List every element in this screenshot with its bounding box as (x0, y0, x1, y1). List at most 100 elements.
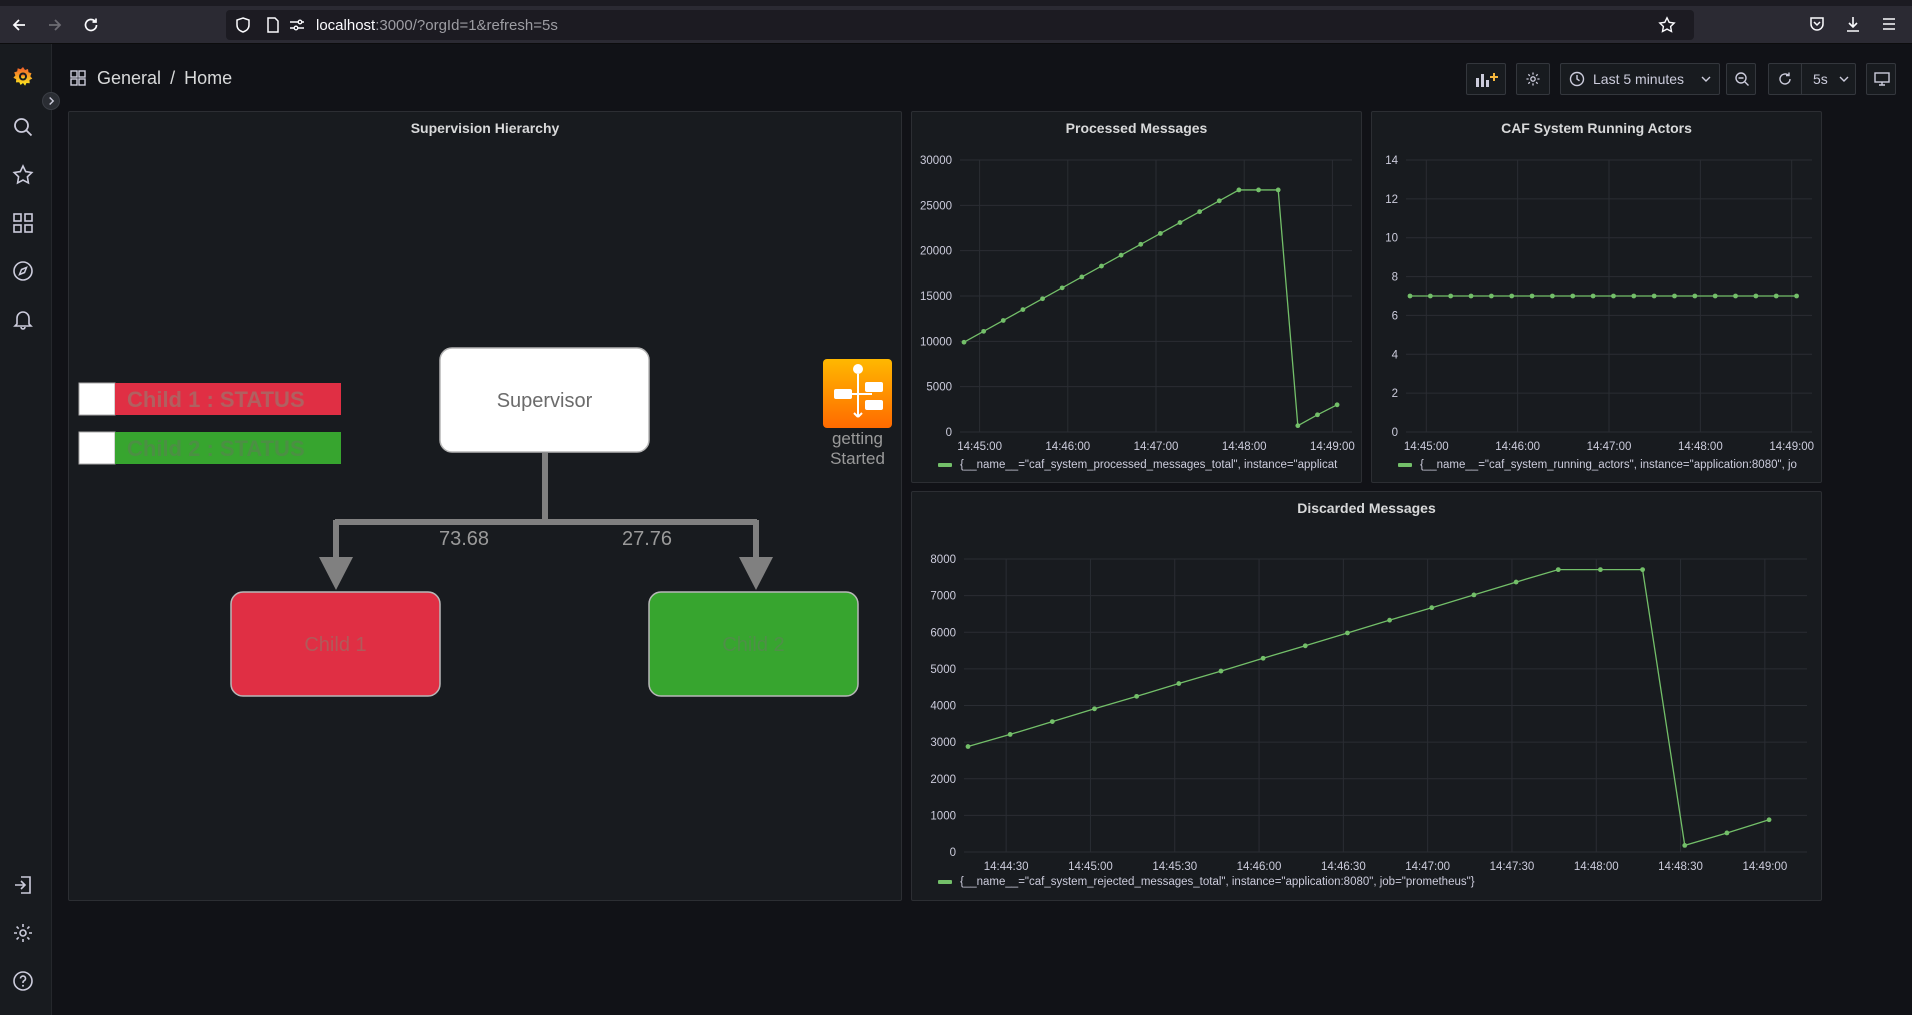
time-picker-button[interactable]: Last 5 minutes (1560, 63, 1720, 95)
breadcrumb-dashboard[interactable]: Home (184, 68, 232, 88)
permissions-icon[interactable] (288, 16, 306, 34)
sign-in-icon[interactable] (12, 874, 34, 896)
y-tick-label: 4000 (930, 701, 956, 713)
reload-icon[interactable] (82, 16, 100, 34)
getting-started-line2: Started (830, 449, 885, 468)
data-point (1020, 307, 1026, 312)
data-point (1302, 643, 1308, 649)
help-icon[interactable] (12, 970, 34, 992)
x-tick-label: 14:48:00 (1574, 861, 1619, 872)
data-point (1138, 241, 1144, 247)
configuration-gear-icon[interactable] (12, 922, 34, 944)
x-tick-label: 14:46:00 (1237, 861, 1282, 872)
data-point (1773, 293, 1779, 299)
discarded-messages-chart: 0 1000 2000 3000 4000 5000 6000 7000 8000 14:44:3… (930, 554, 1807, 872)
data-point (1509, 293, 1515, 299)
breadcrumb-folder[interactable]: General (97, 68, 161, 88)
star-icon[interactable] (1658, 16, 1676, 34)
supervisor-node[interactable]: Supervisor (439, 347, 650, 453)
grafana-logo-icon[interactable] (12, 66, 34, 88)
chevron-down-icon (1839, 76, 1849, 82)
dashboards-icon[interactable] (12, 212, 34, 234)
data-point (1448, 293, 1454, 299)
dashboard-settings-button[interactable] (1516, 63, 1550, 95)
y-tick-label: 15000 (920, 291, 952, 303)
getting-started-icon[interactable] (823, 359, 892, 428)
data-point (1079, 274, 1085, 280)
add-panel-button[interactable] (1466, 63, 1506, 95)
hierarchy-diagram: Child 1 : STATUS Child 2 : STATUS 73.68 … (78, 347, 892, 697)
data-point (1000, 318, 1006, 323)
tv-mode-button[interactable] (1866, 63, 1896, 95)
supervisor-label: Supervisor (497, 390, 593, 412)
data-point (1099, 263, 1104, 269)
x-tick-label: 14:45:00 (1068, 861, 1113, 872)
data-point (1345, 630, 1350, 636)
data-point (965, 744, 971, 749)
breadcrumb-separator: / (170, 68, 176, 88)
edge-value-child2: 27.76 (622, 528, 672, 550)
series-legend[interactable]: {__name__="caf_system_running_actors", i… (1398, 459, 1818, 471)
running-actors-panel[interactable]: CAF System Running Actors 0 2 4 6 8 10 12 14 14:… (1371, 111, 1822, 483)
tab-strip (0, 0, 1912, 6)
search-icon[interactable] (12, 116, 34, 138)
data-point (1118, 252, 1124, 258)
processed-messages-chart: 0 5000 10000 15000 20000 25000 30000 14:45:00 14… (920, 155, 1355, 452)
starred-icon[interactable] (12, 164, 34, 186)
refresh-button[interactable]: 5s (1768, 63, 1856, 95)
y-tick-label: 25000 (920, 200, 952, 212)
legend-child2-text: Child 2 : STATUS (127, 436, 305, 461)
data-point (1177, 220, 1183, 225)
data-point (1651, 293, 1657, 299)
y-tick-label: 14 (1385, 155, 1398, 167)
gear-icon (1526, 72, 1540, 86)
running-actors-chart: 0 2 4 6 8 10 12 14 14:45:00 14:46:00 14:47:00 14:48… (1385, 155, 1814, 452)
add-panel-icon (1476, 73, 1498, 87)
data-point (1040, 296, 1045, 302)
y-tick-label: 0 (950, 847, 956, 859)
child2-node[interactable]: Child 2 (648, 591, 859, 697)
data-point (1724, 830, 1730, 836)
back-icon[interactable] (10, 16, 28, 34)
data-point (1640, 567, 1645, 573)
y-tick-label: 8000 (930, 554, 956, 566)
data-point (1007, 732, 1013, 737)
data-point (1218, 668, 1224, 674)
data-point (1631, 293, 1637, 299)
hamburger-icon[interactable] (1880, 15, 1898, 33)
shield-icon[interactable] (234, 16, 252, 34)
x-tick-label: 14:47:30 (1490, 861, 1535, 872)
data-point (1315, 412, 1320, 418)
alerting-bell-icon[interactable] (12, 308, 34, 330)
x-tick-label: 14:49:00 (1742, 861, 1787, 872)
data-point (1260, 655, 1266, 661)
zoom-out-button[interactable] (1726, 63, 1756, 95)
y-tick-label: 10 (1385, 233, 1398, 245)
browser-toolbar: localhost:3000/?orgId=1&refresh=5s (0, 0, 1912, 44)
page-icon[interactable] (264, 16, 282, 34)
forward-icon[interactable] (46, 16, 64, 34)
download-icon[interactable] (1844, 15, 1862, 33)
data-point (1176, 681, 1182, 686)
data-point (1555, 567, 1561, 573)
series-legend[interactable]: {__name__="caf_system_rejected_messages_… (938, 876, 1818, 888)
dashboard-grid-icon (70, 70, 86, 86)
x-tick-label: 14:46:30 (1321, 861, 1366, 872)
data-point (1682, 843, 1688, 848)
legend-label: {__name__="caf_system_running_actors", i… (1420, 459, 1797, 471)
discarded-messages-panel[interactable]: Discarded Messages 0 1000 2000 3000 4000 5000… (911, 491, 1822, 901)
y-tick-label: 4 (1392, 349, 1399, 361)
time-range-label: Last 5 minutes (1593, 71, 1685, 87)
url-bar[interactable]: localhost:3000/?orgId=1&refresh=5s (226, 10, 1694, 40)
x-tick-label: 14:46:00 (1045, 441, 1090, 452)
processed-messages-panel[interactable]: Processed Messages 0 5000 10000 15000 20000 2… (911, 111, 1362, 483)
child1-node[interactable]: Child 1 (230, 591, 441, 697)
clock-icon (1569, 71, 1585, 87)
data-point (1753, 293, 1759, 299)
pocket-icon[interactable] (1808, 15, 1826, 33)
supervision-hierarchy-panel[interactable]: Supervision Hierarchy Child 1 : STATUS C… (68, 111, 902, 901)
url-text[interactable]: localhost:3000/?orgId=1&refresh=5s (316, 17, 558, 34)
explore-icon[interactable] (12, 260, 34, 282)
series-legend[interactable]: {__name__="caf_system_processed_messages… (938, 459, 1358, 471)
legend-label: {__name__="caf_system_rejected_messages_… (960, 876, 1475, 888)
